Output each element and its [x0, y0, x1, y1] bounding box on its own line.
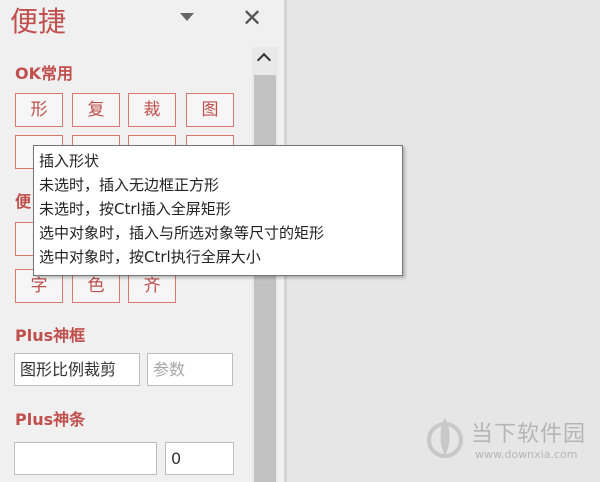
scroll-up-icon[interactable]: [252, 47, 278, 73]
crop-ratio-field[interactable]: 图形比例裁剪: [14, 353, 140, 386]
bar-number-input[interactable]: 0: [165, 442, 234, 475]
bar-text-input[interactable]: [14, 442, 157, 475]
pane-options-dropdown-icon[interactable]: [180, 13, 194, 21]
copy-button[interactable]: 复: [72, 93, 120, 127]
tooltip-line-3: 未选时，按Ctrl插入全屏矩形: [39, 200, 231, 218]
shape-button[interactable]: 形: [15, 93, 63, 127]
scroll-thumb[interactable]: [254, 75, 276, 482]
param-input[interactable]: 参数: [147, 353, 233, 386]
close-icon[interactable]: ✕: [242, 4, 262, 32]
section-convenient: 便: [15, 192, 32, 211]
tooltip: 插入形状 未选时，插入无边框正方形 未选时，按Ctrl插入全屏矩形 选中对象时，…: [33, 145, 403, 276]
watermark-name: 当下软件园: [471, 422, 587, 447]
pane-title: 便捷: [10, 5, 67, 38]
tooltip-line-2: 未选时，插入无边框正方形: [39, 176, 220, 194]
section-plus-bar: Plus神条: [15, 410, 86, 429]
tooltip-line-4: 选中对象时，插入与所选对象等尺寸的矩形: [39, 224, 325, 242]
tooltip-line-5: 选中对象时，按Ctrl执行全屏大小: [39, 248, 261, 266]
section-ok-common: OK常用: [15, 64, 74, 83]
watermark-url: www.downxia.com: [475, 448, 578, 461]
image-button[interactable]: 图: [186, 93, 234, 127]
section-plus-frame: Plus神框: [15, 326, 86, 345]
tooltip-line-1: 插入形状: [39, 152, 100, 170]
watermark-logo-icon: [427, 418, 463, 458]
watermark: 当下软件园 www.downxia.com: [427, 410, 600, 470]
crop-button[interactable]: 裁: [128, 93, 176, 127]
